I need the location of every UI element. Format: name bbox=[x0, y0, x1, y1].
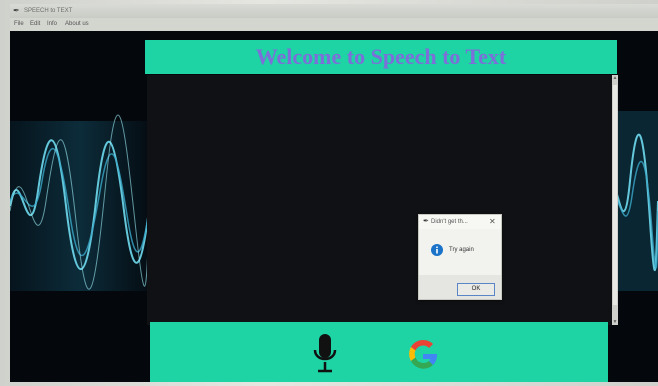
menu-edit[interactable]: Edit bbox=[30, 18, 40, 31]
microphone-icon[interactable] bbox=[310, 332, 340, 376]
app-window: ✒ SPEECH to TEXT File Edit Info About us bbox=[10, 4, 658, 382]
page-title: Welcome to Speech to Text bbox=[255, 44, 507, 69]
info-icon bbox=[431, 244, 443, 256]
feather-icon: ✒ bbox=[423, 218, 429, 225]
scroll-down-arrow-icon[interactable]: ▼ bbox=[612, 319, 618, 325]
window-titlebar[interactable]: ✒ SPEECH to TEXT bbox=[10, 4, 658, 18]
menu-bar: File Edit Info About us bbox=[10, 18, 658, 31]
menu-info[interactable]: Info bbox=[47, 18, 57, 31]
dialog-title: Didn't get th... bbox=[431, 219, 468, 225]
close-icon[interactable]: ✕ bbox=[489, 215, 496, 229]
scroll-up-arrow-icon[interactable]: ▲ bbox=[612, 75, 618, 81]
scrollbar-thumb[interactable] bbox=[613, 85, 617, 305]
error-dialog: ✒ Didn't get th... ✕ Try again OK bbox=[418, 214, 502, 300]
monitor-screen: ✒ SPEECH to TEXT File Edit Info About us bbox=[0, 0, 658, 386]
feather-icon: ✒ bbox=[13, 6, 20, 15]
google-icon[interactable] bbox=[404, 335, 442, 373]
sound-wave-left bbox=[10, 31, 150, 382]
ok-button[interactable]: OK bbox=[457, 283, 495, 296]
menu-about-us[interactable]: About us bbox=[65, 18, 89, 31]
footer-bar bbox=[150, 322, 608, 382]
dialog-button-area: OK bbox=[419, 275, 501, 299]
window-title: SPEECH to TEXT bbox=[24, 8, 73, 14]
transcript-textarea[interactable] bbox=[147, 75, 612, 325]
header-banner: Welcome to Speech to Text bbox=[145, 40, 617, 74]
vertical-scrollbar[interactable]: ▲ ▼ bbox=[612, 75, 618, 325]
menu-file[interactable]: File bbox=[14, 18, 24, 31]
dialog-message: Try again bbox=[449, 247, 474, 253]
dialog-titlebar[interactable]: ✒ Didn't get th... ✕ bbox=[419, 215, 501, 229]
